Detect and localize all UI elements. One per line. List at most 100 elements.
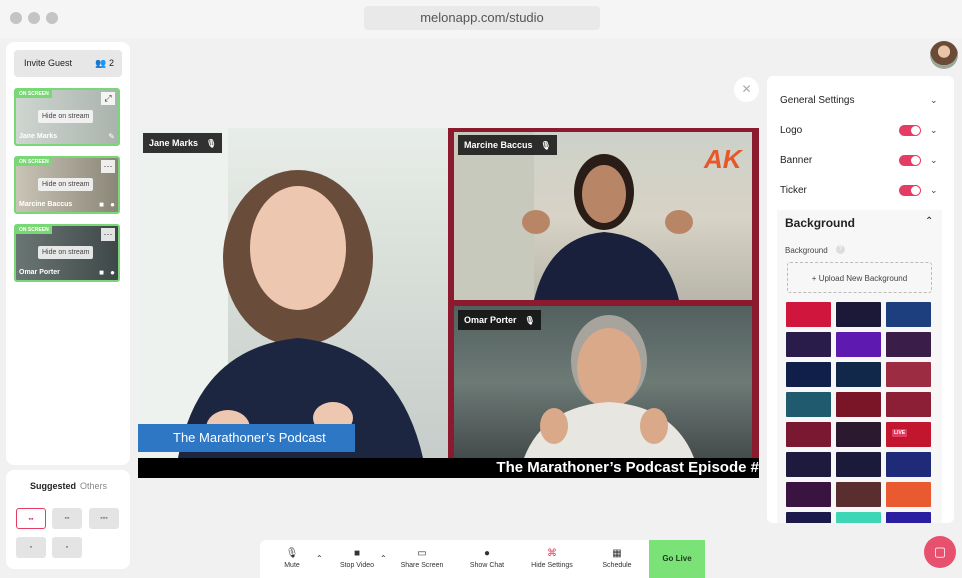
hide-settings-button[interactable]: ⌘ Hide Settings [526,540,578,578]
mic-icon[interactable]: ● [110,268,115,277]
close-icon[interactable]: ✕ [734,77,759,102]
background-swatch[interactable] [836,422,881,447]
guest-count: 👥 2 [95,58,114,68]
go-live-button[interactable]: Go Live [649,540,705,578]
ticker-toggle[interactable] [899,185,921,196]
chevron-down-icon[interactable]: ⌄ [930,95,938,106]
guest-thumbnail[interactable]: ON SCREEN ⤢ Hide on stream Jane Marks ✎ [14,88,120,146]
background-swatch[interactable] [836,332,881,357]
chevron-up-icon[interactable]: ⌃ [380,554,387,563]
background-swatch[interactable]: LIVE [886,422,931,447]
hide-on-stream-button[interactable]: Hide on stream [38,246,94,259]
background-swatch[interactable] [786,482,831,507]
mute-button[interactable]: 🎙 Mute [272,540,312,578]
background-swatch[interactable] [886,392,931,417]
participant-video-marcine: AK [454,132,752,300]
info-icon[interactable]: ? [836,245,845,254]
chevron-down-icon[interactable]: ⌄ [930,125,938,136]
upload-background-button[interactable]: + Upload New Background [787,262,932,293]
invite-guest-button[interactable]: Invite Guest 👥 2 [14,50,122,77]
more-options-icon[interactable]: ⋯ [101,160,115,173]
background-section: Background ⌃ Background ? + Upload New B… [777,210,942,523]
background-swatch[interactable] [786,362,831,387]
settings-panel: General Settings ⌄ Logo ⌄ Banner ⌄ Ticke… [767,76,954,523]
hide-on-stream-button[interactable]: Hide on stream [38,110,94,123]
tab-suggested[interactable]: Suggested [30,481,76,491]
background-swatch[interactable] [836,452,881,477]
background-swatch[interactable] [886,302,931,327]
mic-icon[interactable]: ● [110,200,115,209]
invite-guest-label: Invite Guest [24,58,73,68]
background-swatch[interactable] [886,452,931,477]
on-screen-badge: ON SCREEN [16,226,52,234]
chat-bubble-icon: ● [483,548,491,559]
background-swatch[interactable] [836,482,881,507]
on-screen-badge: ON SCREEN [16,90,52,98]
plus-icon: + [811,274,819,283]
layout-option[interactable]: ▪ [16,537,46,558]
background-swatch[interactable] [786,452,831,477]
participant-label: Omar Porter 🎙 [458,310,541,330]
chat-icon[interactable]: ▢ [924,536,956,568]
guest-name: Omar Porter [19,269,60,276]
background-swatch[interactable] [786,332,831,357]
stop-video-button[interactable]: ■ Stop Video [334,540,380,578]
layout-option[interactable]: ▪▪ [52,508,82,529]
edit-icon[interactable]: ✎ [108,132,115,141]
brand-logo: AK [704,144,742,174]
background-swatch[interactable] [786,392,831,417]
background-title: Background [785,216,856,230]
background-swatch[interactable] [886,362,931,387]
window-minimize-dot[interactable] [28,12,40,24]
expand-icon[interactable]: ⤢ [101,92,115,105]
background-swatch[interactable] [836,512,881,523]
background-swatch[interactable] [886,482,931,507]
ticker-label: Ticker [780,185,807,196]
guest-thumbnail[interactable]: ON SCREEN ⋯ Hide on stream Marcine Baccu… [14,156,120,214]
banner-toggle[interactable] [899,155,921,166]
background-swatch[interactable] [786,422,831,447]
background-swatch[interactable] [886,332,931,357]
share-screen-button[interactable]: ▭ Share Screen [396,540,448,578]
camera-icon[interactable]: ■ [99,200,104,209]
address-bar[interactable]: melonapp.com/studio [364,6,600,30]
window-maximize-dot[interactable] [46,12,58,24]
chevron-down-icon[interactable]: ⌄ [930,185,938,196]
layout-option[interactable]: ▪▪▪ [89,508,119,529]
show-chat-button[interactable]: ● Show Chat [465,540,509,578]
hide-on-stream-button[interactable]: Hide on stream [38,178,94,191]
tab-others[interactable]: Others [80,481,107,491]
video-camera-icon: ■ [353,548,361,559]
guest-thumbnail[interactable]: ON SCREEN ⋯ Hide on stream Omar Porter ■… [14,224,120,282]
background-sublabel: Background [785,246,828,255]
user-avatar[interactable] [930,41,958,69]
background-swatch[interactable] [786,302,831,327]
chevron-up-icon[interactable]: ⌃ [316,554,323,563]
monitor-icon: ▭ [417,548,427,559]
window-close-dot[interactable] [10,12,22,24]
layout-option[interactable]: ▪ [52,537,82,558]
mic-icon: 🎙 [524,316,535,325]
general-settings-label[interactable]: General Settings [780,95,855,106]
background-swatch[interactable] [836,362,881,387]
browser-chrome: melonapp.com/studio [0,0,962,38]
guests-panel: Invite Guest 👥 2 ON SCREEN ⤢ Hide on str… [6,42,130,465]
logo-label: Logo [780,125,803,136]
background-swatch[interactable] [836,302,881,327]
logo-toggle[interactable] [899,125,921,136]
mic-icon: 🎙 [540,141,551,150]
banner-label: Banner [780,155,813,166]
control-toolbar: 🎙 Mute ⌃ ■ Stop Video ⌃ ▭ Share Screen ●… [260,540,705,578]
calendar-icon: ▦ [612,548,622,559]
more-options-icon[interactable]: ⋯ [101,228,115,241]
layout-option-selected[interactable]: ▪▪ [16,508,46,529]
chevron-up-icon[interactable]: ⌃ [925,216,933,227]
chevron-down-icon[interactable]: ⌄ [930,155,938,166]
on-screen-badge: ON SCREEN [16,158,52,166]
schedule-button[interactable]: ▦ Schedule [596,540,638,578]
guest-name: Jane Marks [19,133,58,140]
background-swatch[interactable] [836,392,881,417]
background-swatch[interactable] [786,512,831,523]
camera-icon[interactable]: ■ [99,268,104,277]
background-swatch[interactable] [886,512,931,523]
